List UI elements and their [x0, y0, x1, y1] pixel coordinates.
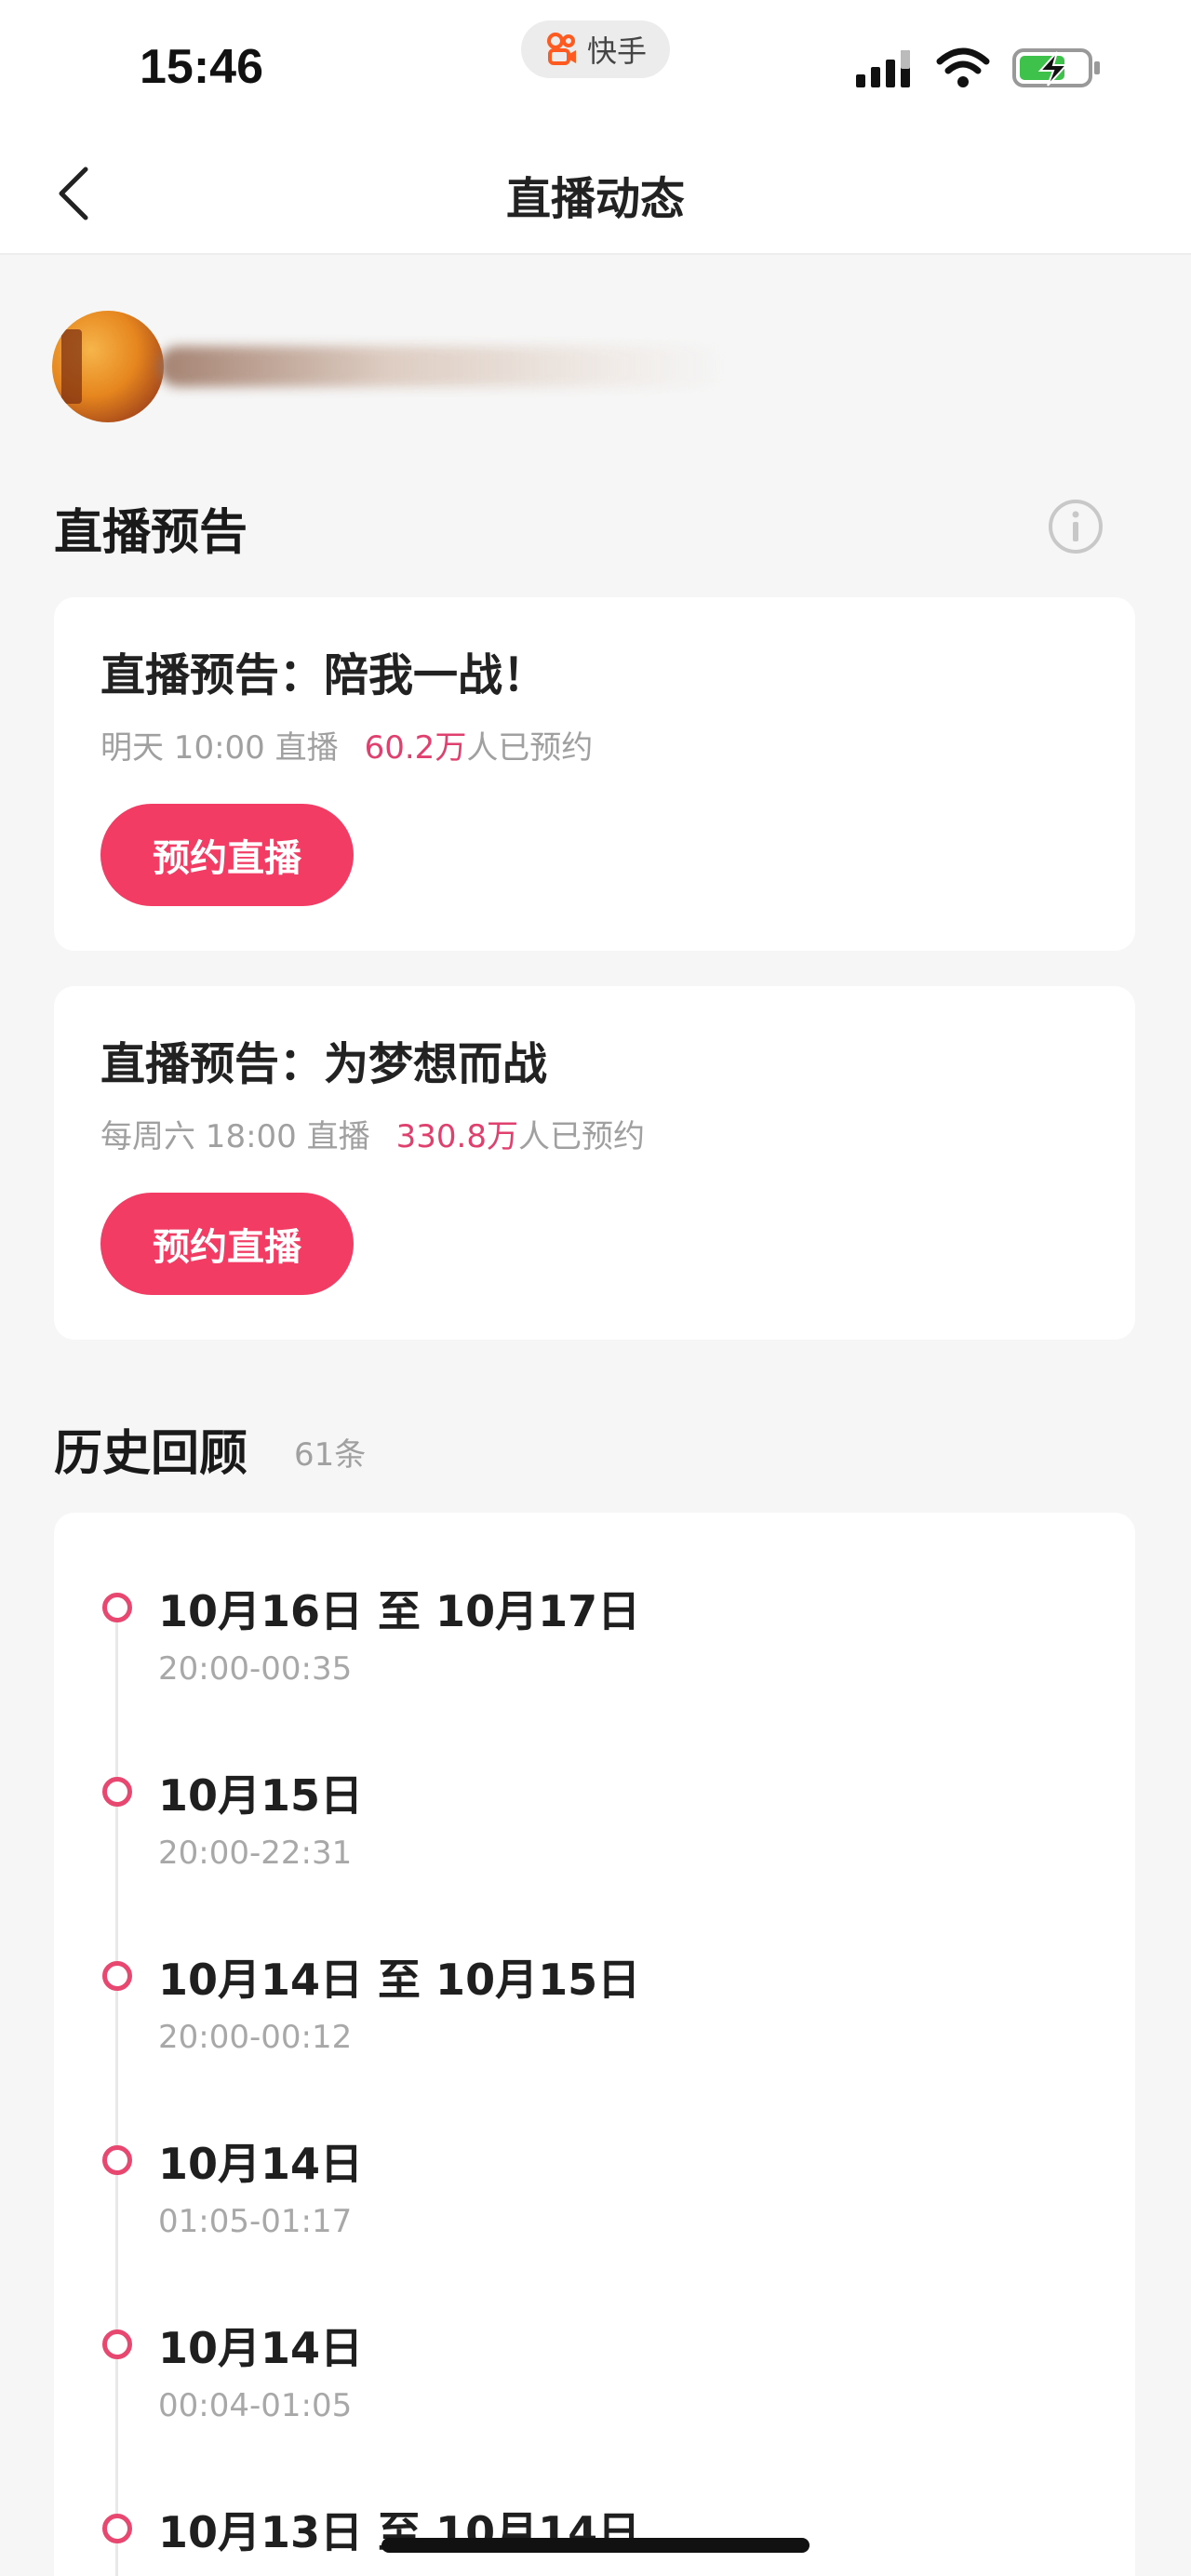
timeline-dot-icon — [102, 2145, 132, 2175]
history-date: 10月14日 — [158, 2139, 364, 2189]
section-title-history: 历史回顾 — [54, 1426, 248, 1482]
history-item[interactable]: 10月14日 01:05-01:17 — [54, 2065, 1135, 2240]
preview-reserve-suffix: 人已预约 — [466, 729, 594, 767]
battery-charging-icon — [1012, 48, 1100, 87]
history-date: 10月14日 至 10月15日 — [158, 1955, 641, 2005]
history-time: 20:00-22:31 — [158, 1835, 353, 1872]
preview-schedule: 每周六 18:00 直播 — [100, 1118, 370, 1155]
preview-reserve-count: 330.8万 — [395, 1118, 518, 1155]
app-indicator-pill[interactable]: 快手 — [521, 20, 670, 78]
wifi-icon — [936, 47, 990, 87]
preview-card: 直播预告：为梦想而战 每周六 18:00 直播 330.8万人已预约 预约直播 — [54, 986, 1135, 1340]
status-bar: 15:46 快手 — [0, 0, 1191, 130]
preview-schedule: 明天 10:00 直播 — [100, 729, 339, 767]
history-count: 61条 — [294, 1436, 367, 1474]
timeline-dot-icon — [102, 1777, 132, 1807]
history-date: 10月16日 至 10月17日 — [158, 1586, 641, 1636]
history-time: 00:04-01:05 — [158, 2387, 353, 2424]
preview-card-title: 直播预告：为梦想而战 — [100, 1038, 548, 1090]
timeline-dot-icon — [102, 2329, 132, 2359]
preview-reserve-count: 60.2万 — [364, 729, 467, 767]
history-item[interactable]: 10月14日 至 10月15日 20:00-00:12 — [54, 1881, 1135, 2056]
home-indicator[interactable] — [381, 2538, 810, 2553]
preview-card: 直播预告：陪我一战！ 明天 10:00 直播 60.2万人已预约 预约直播 — [54, 597, 1135, 951]
timeline-dot-icon — [102, 2514, 132, 2543]
avatar-image-detail — [61, 329, 82, 404]
page-title: 直播动态 — [505, 173, 685, 225]
history-list: 10月16日 至 10月17日 20:00-00:35 10月15日 20:00… — [54, 1513, 1135, 2576]
reserve-live-button[interactable]: 预约直播 — [100, 804, 354, 906]
history-time: 01:05-01:17 — [158, 2203, 353, 2240]
preview-card-meta: 每周六 18:00 直播 330.8万人已预约 — [100, 1111, 645, 1156]
history-time: 20:00-00:35 — [158, 1650, 353, 1688]
avatar[interactable] — [52, 311, 164, 422]
preview-reserve-suffix: 人已预约 — [517, 1118, 645, 1155]
kuaishou-logo-icon — [546, 33, 576, 65]
history-time: 20:00-00:12 — [158, 2019, 353, 2056]
reserve-live-button[interactable]: 预约直播 — [100, 1193, 354, 1295]
signal-icon — [856, 50, 910, 87]
section-title-preview: 直播预告 — [54, 505, 248, 561]
app-pill-label: 快手 — [586, 33, 647, 69]
blurred-username — [158, 346, 726, 387]
info-icon[interactable] — [1046, 497, 1105, 556]
history-item[interactable]: 10月14日 00:04-01:05 — [54, 2249, 1135, 2424]
status-time: 15:46 — [140, 40, 263, 94]
timeline-dot-icon — [102, 1961, 132, 1991]
nav-bar: 直播动态 — [0, 130, 1191, 255]
history-date: 10月15日 — [158, 1770, 364, 1821]
history-item[interactable]: 10月15日 20:00-22:31 — [54, 1697, 1135, 1872]
timeline-dot-icon — [102, 1593, 132, 1622]
preview-card-title: 直播预告：陪我一战！ — [100, 649, 548, 701]
history-item[interactable]: 10月16日 至 10月17日 20:00-00:35 — [54, 1513, 1135, 1688]
preview-card-meta: 明天 10:00 直播 60.2万人已预约 — [100, 722, 593, 767]
history-item[interactable]: 10月13日 至 10月14日 — [54, 2434, 1135, 2576]
history-date: 10月14日 — [158, 2323, 364, 2373]
